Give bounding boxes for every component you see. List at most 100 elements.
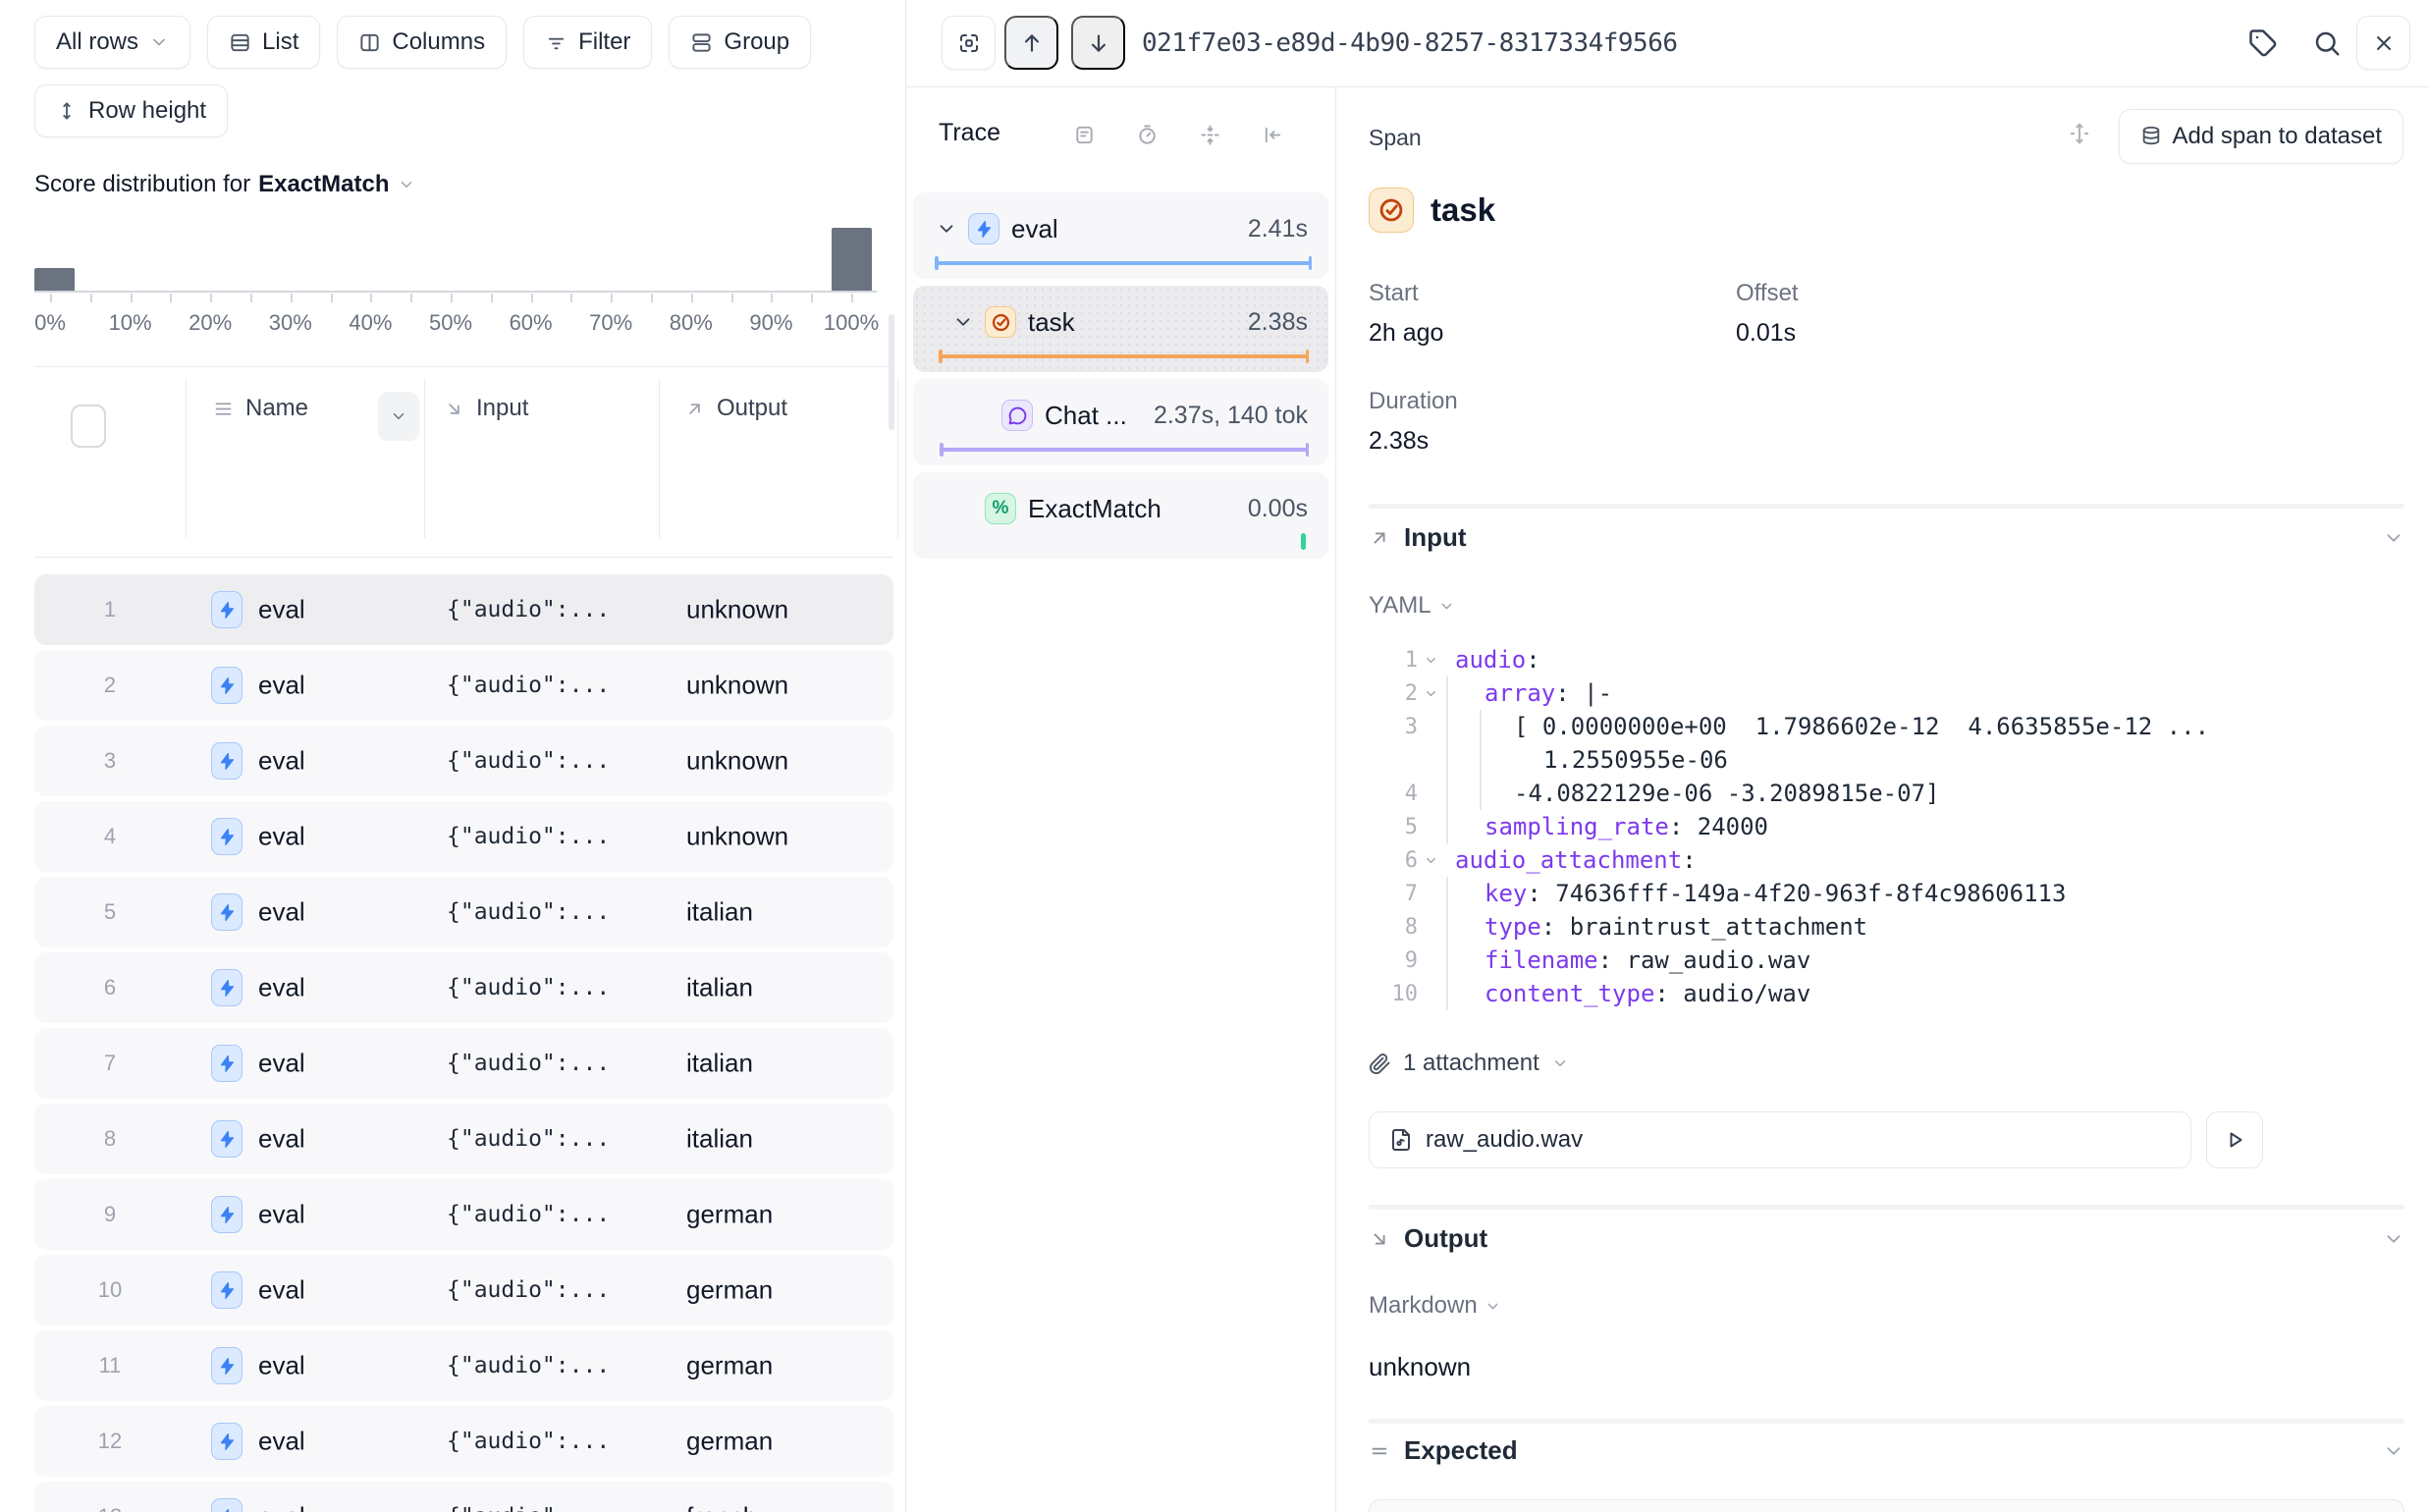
fold-chevron-icon[interactable] <box>1418 853 1443 868</box>
row-output-cell: italian <box>686 1124 753 1155</box>
trace-span-timeline-bar <box>936 261 1311 265</box>
table-row[interactable]: 5eval{"audio":...italian <box>34 877 893 947</box>
chevron-down-icon[interactable] <box>952 311 976 333</box>
table-row[interactable]: 13eval{"audio":...french <box>34 1482 893 1512</box>
previous-row-button[interactable] <box>1004 16 1058 70</box>
row-name-cell: eval <box>258 1275 305 1306</box>
trace-eval-app: All rows List Columns Filter Group <box>0 0 2429 1512</box>
name-column-menu-button[interactable] <box>378 392 419 441</box>
yaml-value: : <box>1682 846 1696 874</box>
input-section-label: Input <box>1404 522 1467 553</box>
indent-guide <box>1480 743 1482 777</box>
trace-span-task[interactable]: task2.38s <box>913 286 1328 372</box>
column-header-input[interactable]: Input <box>444 395 528 422</box>
group-button[interactable]: Group <box>669 16 811 69</box>
code-text: key: 74636fff-149a-4f20-963f-8f4c9860611… <box>1484 880 2066 907</box>
list-button[interactable]: List <box>207 16 320 69</box>
offset-value: 0.01s <box>1736 319 1796 348</box>
chevron-down-icon[interactable] <box>2383 1228 2404 1250</box>
search-icon[interactable] <box>2312 28 2342 58</box>
column-header-name[interactable]: Name <box>213 395 308 422</box>
input-format-dropdown[interactable]: YAML <box>1369 592 1455 620</box>
trace-span-duration: 2.41s <box>1248 215 1308 243</box>
table-scrollbar-thumb[interactable] <box>889 314 894 430</box>
trace-span-chat-[interactable]: Chat ...2.37s, 140 tok <box>913 379 1328 465</box>
collapse-left-icon[interactable] <box>1262 124 1284 146</box>
table-row[interactable]: 8eval{"audio":...italian <box>34 1104 893 1174</box>
columns-button[interactable]: Columns <box>337 16 507 69</box>
histogram-tick <box>451 294 453 302</box>
table-row[interactable]: 10eval{"audio":...german <box>34 1255 893 1325</box>
column-header-input-label: Input <box>476 395 528 422</box>
table-row[interactable]: 3eval{"audio":...unknown <box>34 726 893 796</box>
chat-icon <box>1001 400 1033 431</box>
chevron-down-icon[interactable] <box>936 218 959 240</box>
line-number: 10 <box>1369 982 1418 1006</box>
arrow-down-right-icon <box>1369 1228 1390 1250</box>
table-row[interactable]: 11eval{"audio":...german <box>34 1330 893 1401</box>
all-rows-label: All rows <box>56 28 138 56</box>
trace-span-exactmatch[interactable]: %ExactMatch0.00s <box>913 472 1328 559</box>
row-name-cell: eval <box>258 1351 305 1381</box>
fold-chevron-icon[interactable] <box>1418 653 1443 668</box>
chevron-down-icon[interactable] <box>2383 1440 2404 1462</box>
next-row-button[interactable] <box>1071 16 1125 70</box>
histogram-tick <box>291 294 293 302</box>
row-number: 1 <box>34 597 186 622</box>
attachment-file-chip[interactable]: raw_audio.wav <box>1369 1111 2191 1168</box>
yaml-value: : audio/wav <box>1654 980 1810 1007</box>
all-rows-dropdown[interactable]: All rows <box>34 16 190 69</box>
output-format-dropdown[interactable]: Markdown <box>1369 1292 1501 1320</box>
select-all-checkbox[interactable] <box>71 405 106 448</box>
input-section-header[interactable]: Input <box>1369 522 2404 553</box>
row-number: 4 <box>34 824 186 849</box>
fold-chevron-icon[interactable] <box>1418 686 1443 701</box>
tag-icon[interactable] <box>2248 28 2278 58</box>
row-height-button[interactable]: Row height <box>34 84 228 137</box>
row-height-icon <box>56 100 78 122</box>
lightning-icon <box>211 1498 243 1512</box>
score-distribution-title[interactable]: Score distribution for ExactMatch <box>34 171 415 198</box>
eval-icon <box>211 1196 243 1233</box>
expand-trace-button[interactable] <box>942 16 996 70</box>
line-number: 9 <box>1369 948 1418 973</box>
histogram-tick-label: 40% <box>331 310 409 336</box>
output-section-header[interactable]: Output <box>1369 1223 2404 1254</box>
attachments-toggle[interactable]: 1 attachment <box>1369 1050 1569 1077</box>
notes-icon[interactable] <box>1073 124 1096 146</box>
scan-expand-icon <box>957 31 981 55</box>
histogram-tick <box>851 294 853 302</box>
eval-icon <box>211 742 243 780</box>
table-row[interactable]: 12eval{"audio":...german <box>34 1406 893 1477</box>
collapse-vertical-icon[interactable] <box>1199 124 1221 146</box>
eval-icon <box>211 1498 243 1512</box>
group-label: Group <box>724 28 789 56</box>
histogram-tick <box>611 294 613 302</box>
resize-handle-icon[interactable] <box>2067 121 2092 146</box>
table-row[interactable]: 7eval{"audio":...italian <box>34 1028 893 1099</box>
offset-label: Offset <box>1736 280 1799 307</box>
chevron-down-icon[interactable] <box>2383 527 2404 549</box>
table-row[interactable]: 4eval{"audio":...unknown <box>34 801 893 872</box>
span-detail-panel: Span Add span to dataset task Start 2h a… <box>1336 87 2429 1512</box>
row-name-cell: eval <box>258 1427 305 1457</box>
filter-button[interactable]: Filter <box>523 16 652 69</box>
table-row[interactable]: 9eval{"audio":...german <box>34 1179 893 1250</box>
close-button[interactable] <box>2356 16 2410 70</box>
row-input-cell: {"audio":... <box>447 748 610 774</box>
timer-icon[interactable] <box>1136 124 1159 146</box>
table-row[interactable]: 2eval{"audio":...unknown <box>34 650 893 721</box>
histogram-tick <box>250 294 252 302</box>
expected-section-header[interactable]: Expected <box>1369 1435 2404 1466</box>
add-span-to-dataset-button[interactable]: Add span to dataset <box>2119 109 2404 164</box>
column-header-output[interactable]: Output <box>684 395 787 422</box>
table-row[interactable]: 6eval{"audio":...italian <box>34 952 893 1023</box>
play-attachment-button[interactable] <box>2206 1111 2263 1168</box>
trace-span-eval[interactable]: eval2.41s <box>913 192 1328 279</box>
line-number: 7 <box>1369 882 1418 906</box>
table-row[interactable]: 1eval{"audio":...unknown <box>34 574 893 645</box>
row-name-cell: eval <box>258 1049 305 1079</box>
line-number: 6 <box>1369 848 1418 873</box>
lightning-icon <box>211 1271 243 1309</box>
histogram-tick <box>210 294 212 302</box>
